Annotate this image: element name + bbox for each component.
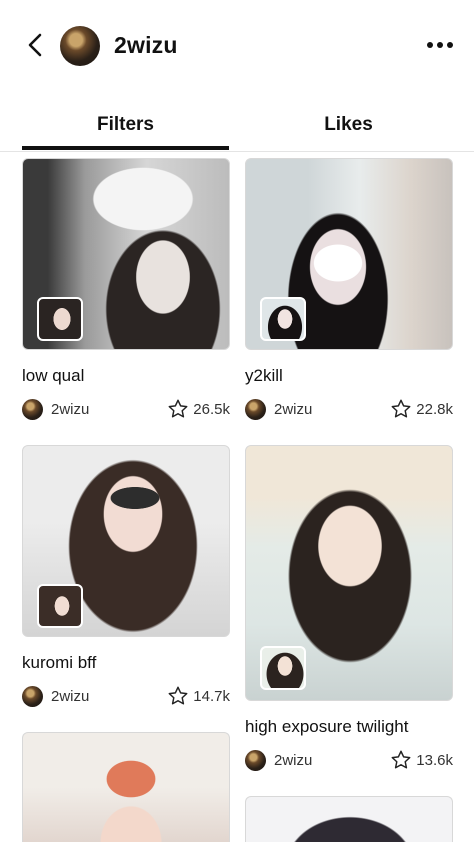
creator-name[interactable]: 2wizu	[274, 752, 390, 769]
filter-card[interactable]: high exposure twilight 2wizu 13.6k	[245, 445, 453, 771]
more-dot	[447, 42, 453, 48]
filter-card[interactable]: y2kill 2wizu 22.8k	[245, 158, 453, 420]
filter-sample-thumbnail	[260, 646, 306, 690]
like-count[interactable]: 14.7k	[167, 685, 230, 707]
filter-sample-thumbnail	[260, 297, 306, 341]
filter-meta: 2wizu 22.8k	[245, 398, 453, 420]
filter-preview-image[interactable]	[22, 158, 230, 350]
filter-preview-image[interactable]	[245, 158, 453, 350]
filter-card[interactable]	[245, 796, 453, 842]
creator-name[interactable]: 2wizu	[274, 401, 390, 418]
filter-sample-thumbnail	[37, 584, 83, 628]
more-horizontal-icon	[427, 42, 433, 48]
profile-avatar[interactable]	[60, 26, 100, 66]
star-icon	[168, 686, 188, 705]
filter-card[interactable]: kuromi bff 2wizu 14.7k	[22, 445, 230, 707]
like-count[interactable]: 13.6k	[390, 749, 453, 771]
filter-preview-image[interactable]	[22, 445, 230, 637]
tab-likes[interactable]: Likes	[245, 100, 452, 150]
tab-filters[interactable]: Filters	[22, 100, 229, 150]
filter-preview-image[interactable]	[22, 732, 230, 842]
star-icon	[391, 399, 411, 418]
filter-title: low qual	[22, 366, 85, 385]
chevron-left-icon	[28, 33, 42, 57]
creator-avatar[interactable]	[22, 685, 43, 707]
top-bar: 2wizu	[0, 0, 474, 92]
creator-name[interactable]: 2wizu	[51, 688, 167, 705]
like-count-value: 13.6k	[416, 751, 453, 769]
creator-name[interactable]: 2wizu	[51, 401, 167, 418]
filter-meta: 2wizu 14.7k	[22, 685, 230, 707]
like-count-value: 22.8k	[416, 400, 453, 418]
like-count[interactable]: 26.5k	[167, 398, 230, 420]
filter-meta: 2wizu 13.6k	[245, 749, 453, 771]
star-icon	[168, 399, 188, 418]
filter-title: high exposure twilight	[245, 717, 409, 736]
back-button[interactable]	[18, 28, 52, 62]
profile-tabs: Filters Likes	[0, 100, 474, 152]
filter-preview-image[interactable]	[245, 796, 453, 842]
filter-title: y2kill	[245, 366, 283, 385]
filter-meta: 2wizu 26.5k	[22, 398, 230, 420]
more-options-button[interactable]	[420, 30, 460, 60]
creator-avatar[interactable]	[245, 398, 266, 420]
active-tab-indicator	[22, 146, 229, 150]
creator-avatar[interactable]	[22, 398, 43, 420]
filter-card[interactable]: low qual 2wizu 26.5k	[22, 158, 230, 420]
profile-username: 2wizu	[114, 32, 178, 58]
filter-card[interactable]	[22, 732, 230, 842]
filter-preview-image[interactable]	[245, 445, 453, 701]
like-count-value: 26.5k	[193, 400, 230, 418]
more-dot	[437, 42, 443, 48]
filter-title: kuromi bff	[22, 653, 97, 672]
like-count[interactable]: 22.8k	[390, 398, 453, 420]
star-icon	[391, 750, 411, 769]
filter-sample-thumbnail	[37, 297, 83, 341]
like-count-value: 14.7k	[193, 687, 230, 705]
creator-avatar[interactable]	[245, 749, 266, 771]
